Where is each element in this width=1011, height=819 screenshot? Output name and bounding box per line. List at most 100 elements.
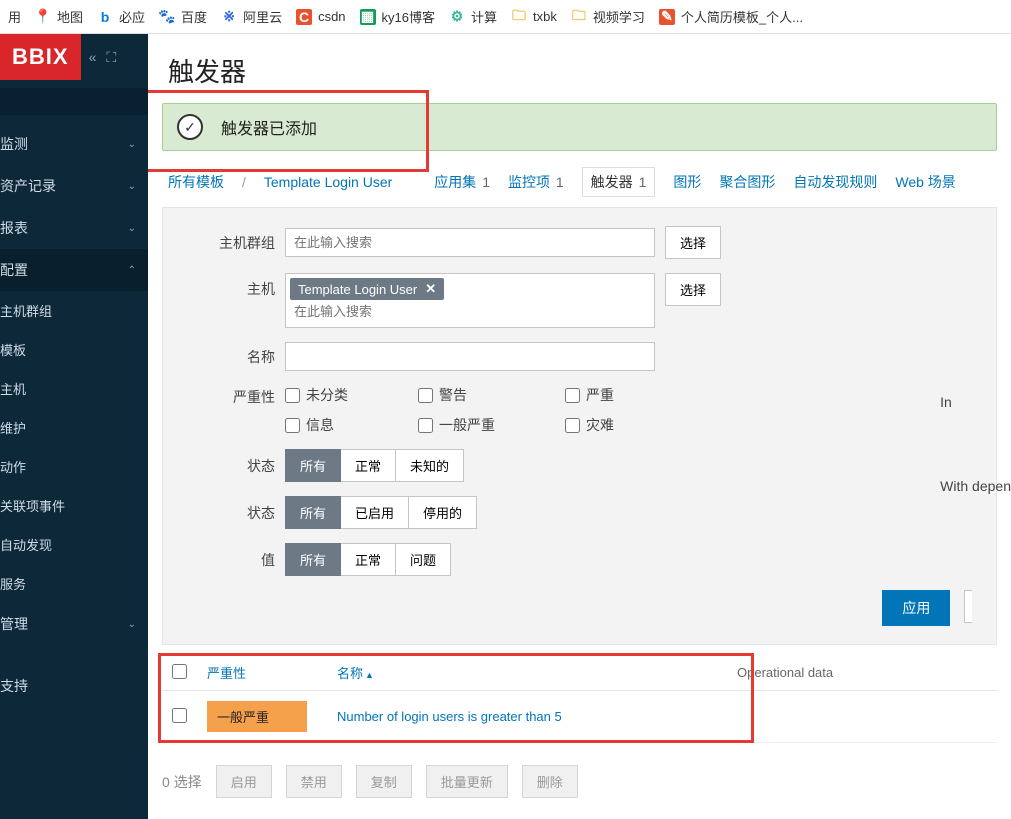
check-icon: ✓: [177, 114, 203, 140]
trigger-name-link[interactable]: Number of login users is greater than 5: [337, 709, 562, 724]
bookmark-label: ky16博客: [382, 7, 435, 26]
tab-triggers[interactable]: 触发器 1: [582, 167, 656, 197]
app-logo[interactable]: BBIX: [0, 34, 81, 80]
status2-disabled[interactable]: 停用的: [409, 496, 477, 529]
sidebar-subitem-hostgroups[interactable]: 主机群组: [0, 291, 148, 330]
value-all[interactable]: 所有: [285, 543, 341, 576]
sidebar-subitem-hosts[interactable]: 主机: [0, 369, 148, 408]
host-group-select-button[interactable]: 选择: [665, 226, 721, 259]
results-table-wrap: 严重性 名称▲ Operational data 一般严重 Number of …: [162, 655, 997, 743]
chevron-down-icon: ⌄: [128, 181, 136, 192]
severity-info[interactable]: 信息: [285, 415, 348, 435]
bookmark-item-txbk[interactable]: 🗀 txbk: [511, 9, 557, 25]
enable-button[interactable]: 启用: [216, 765, 272, 798]
sort-asc-icon: ▲: [365, 670, 374, 680]
sidebar-subitem-templates[interactable]: 模板: [0, 330, 148, 369]
results-table: 严重性 名称▲ Operational data 一般严重 Number of …: [162, 655, 997, 743]
folder-icon: 🗀: [571, 9, 587, 25]
sidebar-item-reports[interactable]: 报表 ⌄: [0, 207, 148, 249]
sidebar-item-inventory[interactable]: 资产记录 ⌄: [0, 165, 148, 207]
severity-warning[interactable]: 警告: [418, 385, 495, 405]
sidebar-subitem-correlation[interactable]: 关联项事件: [0, 486, 148, 525]
bookmark-item-aliyun[interactable]: ※ 阿里云: [221, 7, 282, 26]
header-severity[interactable]: 严重性: [207, 666, 246, 681]
status1-group: 所有 正常 未知的: [285, 449, 464, 482]
sidebar-item-label: 管理: [0, 614, 28, 634]
sidebar-subitem-actions[interactable]: 动作: [0, 447, 148, 486]
bookmark-label: 百度: [181, 7, 207, 26]
breadcrumb-template-name[interactable]: Template Login User: [264, 174, 392, 190]
status2-enabled[interactable]: 已启用: [341, 496, 409, 529]
sidebar-item-support[interactable]: 支持: [0, 665, 148, 707]
tab-graphs[interactable]: 图形: [673, 172, 701, 192]
bookmark-label: 个人简历模板_个人...: [681, 7, 803, 26]
apply-button[interactable]: 应用: [882, 590, 950, 626]
bookmark-item-resume[interactable]: ✎ 个人简历模板_个人...: [659, 7, 803, 26]
sidebar-subitem-maintenance[interactable]: 维护: [0, 408, 148, 447]
tab-web[interactable]: Web 场景: [895, 172, 955, 192]
value-ok[interactable]: 正常: [341, 543, 396, 576]
chevron-down-icon: ⌄: [128, 619, 136, 630]
host-tag-text: Template Login User: [298, 282, 417, 297]
mass-update-button[interactable]: 批量更新: [426, 765, 508, 798]
bookmark-item-csdn[interactable]: C csdn: [296, 9, 345, 25]
host-group-label: 主机群组: [187, 233, 275, 253]
sidebar-subitem-discovery[interactable]: 自动发现: [0, 525, 148, 564]
bookmark-label: csdn: [318, 9, 345, 24]
sidebar-item-label: 监测: [0, 134, 28, 154]
value-group: 所有 正常 问题: [285, 543, 451, 576]
bookmark-item-bing[interactable]: b 必应: [97, 7, 145, 26]
tab-discovery[interactable]: 自动发现规则: [793, 172, 877, 192]
sidebar-item-monitoring[interactable]: 监测 ⌄: [0, 123, 148, 165]
severity-average[interactable]: 一般严重: [418, 415, 495, 435]
severity-unclassified[interactable]: 未分类: [285, 385, 348, 405]
fullscreen-icon[interactable]: ⛶: [106, 49, 116, 66]
sidebar: BBIX « ⛶ 监测 ⌄ 资产记录 ⌄ 报表 ⌄: [0, 34, 148, 819]
severity-high[interactable]: 严重: [565, 385, 614, 405]
bookmark-item-maps[interactable]: 📍 地图: [35, 7, 83, 26]
row-checkbox[interactable]: [172, 708, 187, 723]
name-input[interactable]: [285, 342, 655, 371]
bookmark-item-baidu[interactable]: 🐾 百度: [159, 7, 207, 26]
header-name[interactable]: 名称▲: [337, 666, 374, 681]
host-select-button[interactable]: 选择: [665, 273, 721, 306]
status1-unknown[interactable]: 未知的: [396, 449, 464, 482]
side-filter-labels: In x With depen: [940, 394, 1011, 494]
host-label: 主机: [187, 273, 275, 299]
bookmark-label: 用: [8, 7, 21, 26]
sidebar-item-administration[interactable]: 管理 ⌄: [0, 603, 148, 645]
severity-group: 未分类 信息 警告 一般严重 严重 灾难: [285, 385, 614, 435]
tab-items[interactable]: 监控项 1: [508, 172, 564, 192]
disable-button[interactable]: 禁用: [286, 765, 342, 798]
breadcrumb-all-templates[interactable]: 所有模板: [168, 172, 224, 192]
status2-all[interactable]: 所有: [285, 496, 341, 529]
severity-disaster[interactable]: 灾难: [565, 415, 614, 435]
tab-screens[interactable]: 聚合图形: [719, 172, 775, 192]
host-tag-box[interactable]: Template Login User ✕: [285, 273, 655, 328]
logo-row: BBIX « ⛶: [0, 34, 148, 80]
value-problem[interactable]: 问题: [396, 543, 451, 576]
reset-button-partial[interactable]: [964, 590, 972, 623]
value-label: 值: [187, 550, 275, 570]
bookmark-item[interactable]: 用: [8, 7, 21, 26]
host-input[interactable]: [290, 300, 650, 323]
delete-button[interactable]: 删除: [522, 765, 578, 798]
bookmark-item-ky16[interactable]: ▦ ky16博客: [360, 7, 435, 26]
remove-tag-icon[interactable]: ✕: [425, 281, 436, 297]
tab-applications[interactable]: 应用集 1: [434, 172, 490, 192]
status1-ok[interactable]: 正常: [341, 449, 396, 482]
select-all-checkbox[interactable]: [172, 664, 187, 679]
copy-button[interactable]: 复制: [356, 765, 412, 798]
host-group-input[interactable]: [285, 228, 655, 257]
bookmark-label: 必应: [119, 7, 145, 26]
map-icon: 📍: [35, 9, 51, 25]
baidu-icon: 🐾: [159, 9, 175, 25]
severity-label: 严重性: [187, 385, 275, 407]
bookmark-item-video[interactable]: 🗀 视频学习: [571, 7, 645, 26]
collapse-icon[interactable]: «: [89, 49, 97, 66]
sidebar-item-configuration[interactable]: 配置 ⌃: [0, 249, 148, 291]
sidebar-subitem-services[interactable]: 服务: [0, 564, 148, 603]
status2-label: 状态: [187, 503, 275, 523]
status1-all[interactable]: 所有: [285, 449, 341, 482]
bookmark-item-calc[interactable]: ⚙ 计算: [449, 7, 497, 26]
